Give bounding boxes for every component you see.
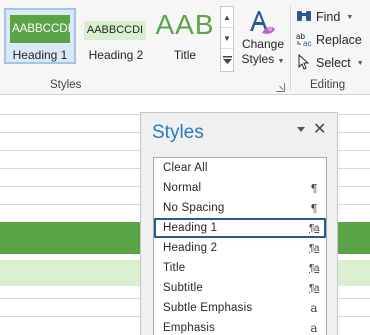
- gallery-more-button[interactable]: [221, 49, 233, 70]
- replace-button[interactable]: ab ac Replace: [296, 30, 362, 50]
- pane-options-icon[interactable]: [297, 127, 305, 132]
- binoculars-icon: [296, 9, 314, 26]
- style-item-heading-2[interactable]: Heading 2 ¶a: [154, 238, 326, 258]
- style-item-label: Title: [163, 262, 186, 274]
- chevron-down-icon: ▼: [356, 59, 364, 67]
- character-style-icon: a: [310, 321, 318, 335]
- gallery-scroll-down-button[interactable]: ▼: [221, 28, 233, 49]
- ribbon: AABBCCDI Heading 1 AABBCCDI Heading 2 AA…: [0, 0, 370, 95]
- style-item-normal[interactable]: Normal ¶: [154, 178, 326, 198]
- style-item-label: Emphasis: [163, 322, 216, 334]
- svg-text:ac: ac: [303, 39, 311, 47]
- change-styles-button[interactable]: Change Styles ▼: [238, 6, 288, 78]
- style-item-title[interactable]: Title ¶a: [154, 258, 326, 278]
- style-item-emphasis[interactable]: Emphasis a: [154, 318, 326, 335]
- paragraph-style-icon: ¶: [310, 181, 318, 195]
- style-preview: AABBCCDI: [10, 15, 70, 43]
- style-item-subtle-emphasis[interactable]: Subtle Emphasis a: [154, 298, 326, 318]
- find-label: Find: [316, 10, 341, 24]
- linked-style-icon: ¶a: [309, 262, 319, 274]
- styles-gallery: AABBCCDI Heading 1 AABBCCDI Heading 2 AA…: [2, 5, 220, 67]
- style-item-subtitle[interactable]: Subtitle ¶a: [154, 278, 326, 298]
- gallery-scroll-up-button[interactable]: ▲: [221, 7, 233, 28]
- styles-group-label: Styles: [50, 79, 82, 91]
- change-styles-icon: [250, 11, 275, 34]
- linked-style-icon: ¶a: [309, 282, 319, 294]
- style-preview: AABBCCDI: [84, 21, 146, 40]
- chevron-down-icon: ▼: [277, 58, 285, 65]
- select-button[interactable]: Select ▼: [296, 53, 364, 73]
- find-button[interactable]: Find ▼: [296, 7, 353, 27]
- replace-icon: ab ac: [296, 31, 314, 50]
- select-label: Select: [316, 56, 351, 70]
- style-item-label: Subtitle: [163, 282, 203, 294]
- style-item-label: No Spacing: [163, 202, 225, 214]
- style-tile-heading-1[interactable]: AABBCCDI Heading 1: [4, 8, 76, 64]
- change-styles-label-line2: Styles: [241, 52, 275, 66]
- style-tile-label: Title: [173, 48, 197, 62]
- style-item-clear-all[interactable]: Clear All: [154, 158, 326, 178]
- change-styles-label-line1: Change: [241, 37, 285, 51]
- chevron-down-icon: ▼: [346, 13, 354, 21]
- replace-label: Replace: [316, 33, 362, 47]
- style-preview: AAB: [155, 9, 215, 40]
- group-divider: [290, 6, 291, 90]
- styles-pane-title: Styles: [152, 122, 204, 143]
- gallery-scroller: ▲ ▼: [220, 6, 234, 72]
- style-tile-label: Heading 1: [12, 48, 68, 62]
- close-icon[interactable]: ✕: [313, 119, 326, 139]
- dialog-launcher-icon[interactable]: [276, 83, 285, 92]
- style-item-label: Clear All: [163, 162, 208, 174]
- style-list: Clear All Normal ¶ No Spacing ¶ Heading …: [153, 157, 327, 335]
- style-item-heading-1[interactable]: Heading 1 ¶a: [154, 218, 326, 238]
- linked-style-icon: ¶a: [309, 242, 319, 254]
- editing-group-label: Editing: [310, 79, 346, 91]
- style-tile-heading-2[interactable]: AABBCCDI Heading 2: [82, 8, 150, 64]
- styles-pane: Styles ✕ Clear All Normal ¶ No Spacing ¶…: [140, 112, 338, 335]
- style-item-no-spacing[interactable]: No Spacing ¶: [154, 198, 326, 218]
- style-item-label: Heading 1: [163, 222, 218, 234]
- cursor-arrow-icon: [296, 53, 314, 73]
- style-tile-title[interactable]: AAB Title: [152, 8, 218, 64]
- paragraph-style-icon: ¶: [310, 201, 318, 215]
- linked-style-icon: ¶a: [309, 222, 319, 234]
- style-item-label: Heading 2: [163, 242, 218, 254]
- more-icon: [222, 55, 232, 64]
- character-style-icon: a: [310, 301, 318, 315]
- style-item-label: Subtle Emphasis: [163, 302, 253, 314]
- style-item-label: Normal: [163, 182, 202, 194]
- style-tile-label: Heading 2: [88, 48, 144, 62]
